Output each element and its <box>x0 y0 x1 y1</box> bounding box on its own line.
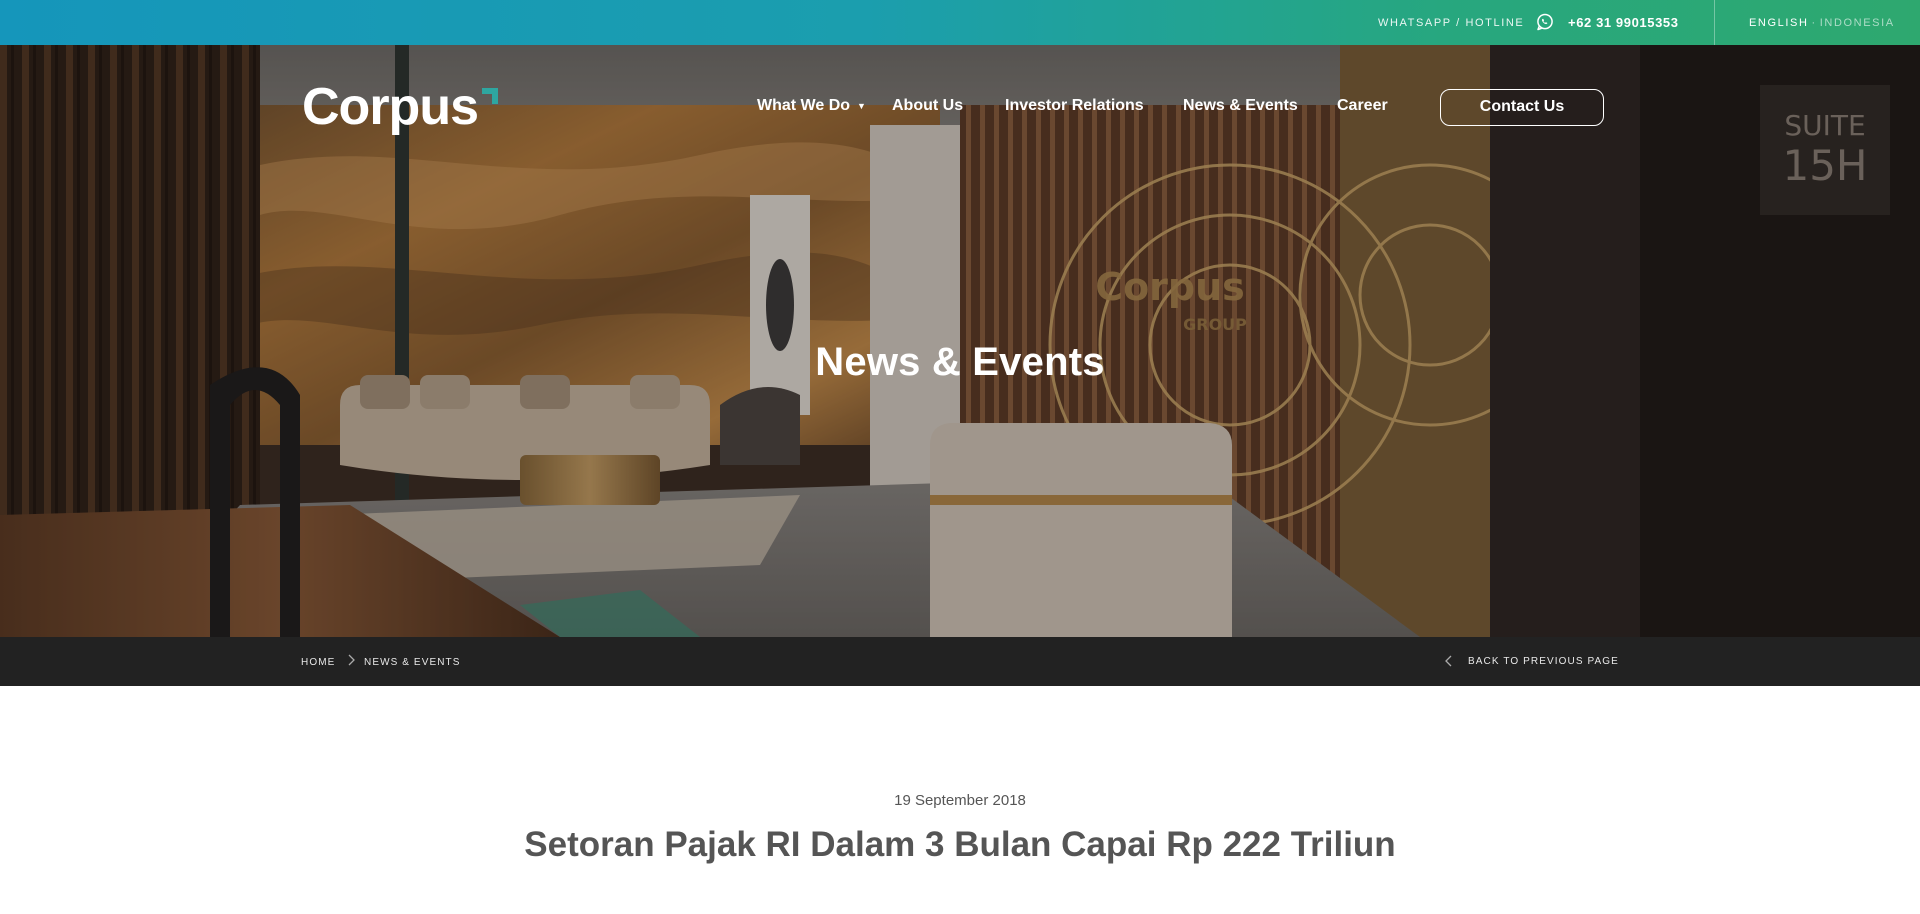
nav-investor-relations[interactable]: Investor Relations <box>1005 97 1144 115</box>
whatsapp-icon[interactable] <box>1535 12 1555 32</box>
hotline-label: WHATSAPP / HOTLINE <box>1378 17 1525 29</box>
top-utility-bar: WHATSAPP / HOTLINE +62 31 99015353 ENGLI… <box>0 0 1920 45</box>
nav-what-we-do-label: What We Do <box>757 97 851 114</box>
back-to-previous-link[interactable]: BACK TO PREVIOUS PAGE <box>1444 654 1619 668</box>
article-date: 19 September 2018 <box>894 792 1026 809</box>
caret-down-icon: ▼ <box>857 100 866 111</box>
back-link-label: BACK TO PREVIOUS PAGE <box>1468 655 1619 667</box>
breadcrumb-current: NEWS & EVENTS <box>364 657 461 668</box>
page-title: News & Events <box>815 340 1105 384</box>
topbar-divider <box>1714 0 1715 45</box>
logo-accent-icon <box>482 88 498 104</box>
nav-news-events[interactable]: News & Events <box>1183 97 1298 115</box>
breadcrumb-home[interactable]: HOME <box>301 657 335 668</box>
chevron-left-icon <box>1445 655 1452 667</box>
breadcrumb-bar: HOME NEWS & EVENTS BACK TO PREVIOUS PAGE <box>0 637 1920 686</box>
lang-indonesia[interactable]: INDONESIA <box>1820 17 1895 29</box>
contact-us-button[interactable]: Contact Us <box>1440 89 1604 126</box>
nav-career[interactable]: Career <box>1337 97 1388 115</box>
language-switcher: ENGLISH · INDONESIA <box>1749 17 1895 29</box>
lang-separator: · <box>1811 17 1817 29</box>
site-logo[interactable]: Corpus <box>302 80 500 134</box>
logo-wordmark: Corpus <box>302 78 479 136</box>
chevron-right-icon <box>348 654 355 666</box>
nav-about-us[interactable]: About Us <box>892 97 963 115</box>
article-title: Setoran Pajak RI Dalam 3 Bulan Capai Rp … <box>524 825 1396 864</box>
nav-what-we-do[interactable]: What We Do ▼ <box>757 97 866 115</box>
lang-english[interactable]: ENGLISH <box>1749 17 1809 29</box>
hotline-phone-link[interactable]: +62 31 99015353 <box>1568 15 1679 30</box>
